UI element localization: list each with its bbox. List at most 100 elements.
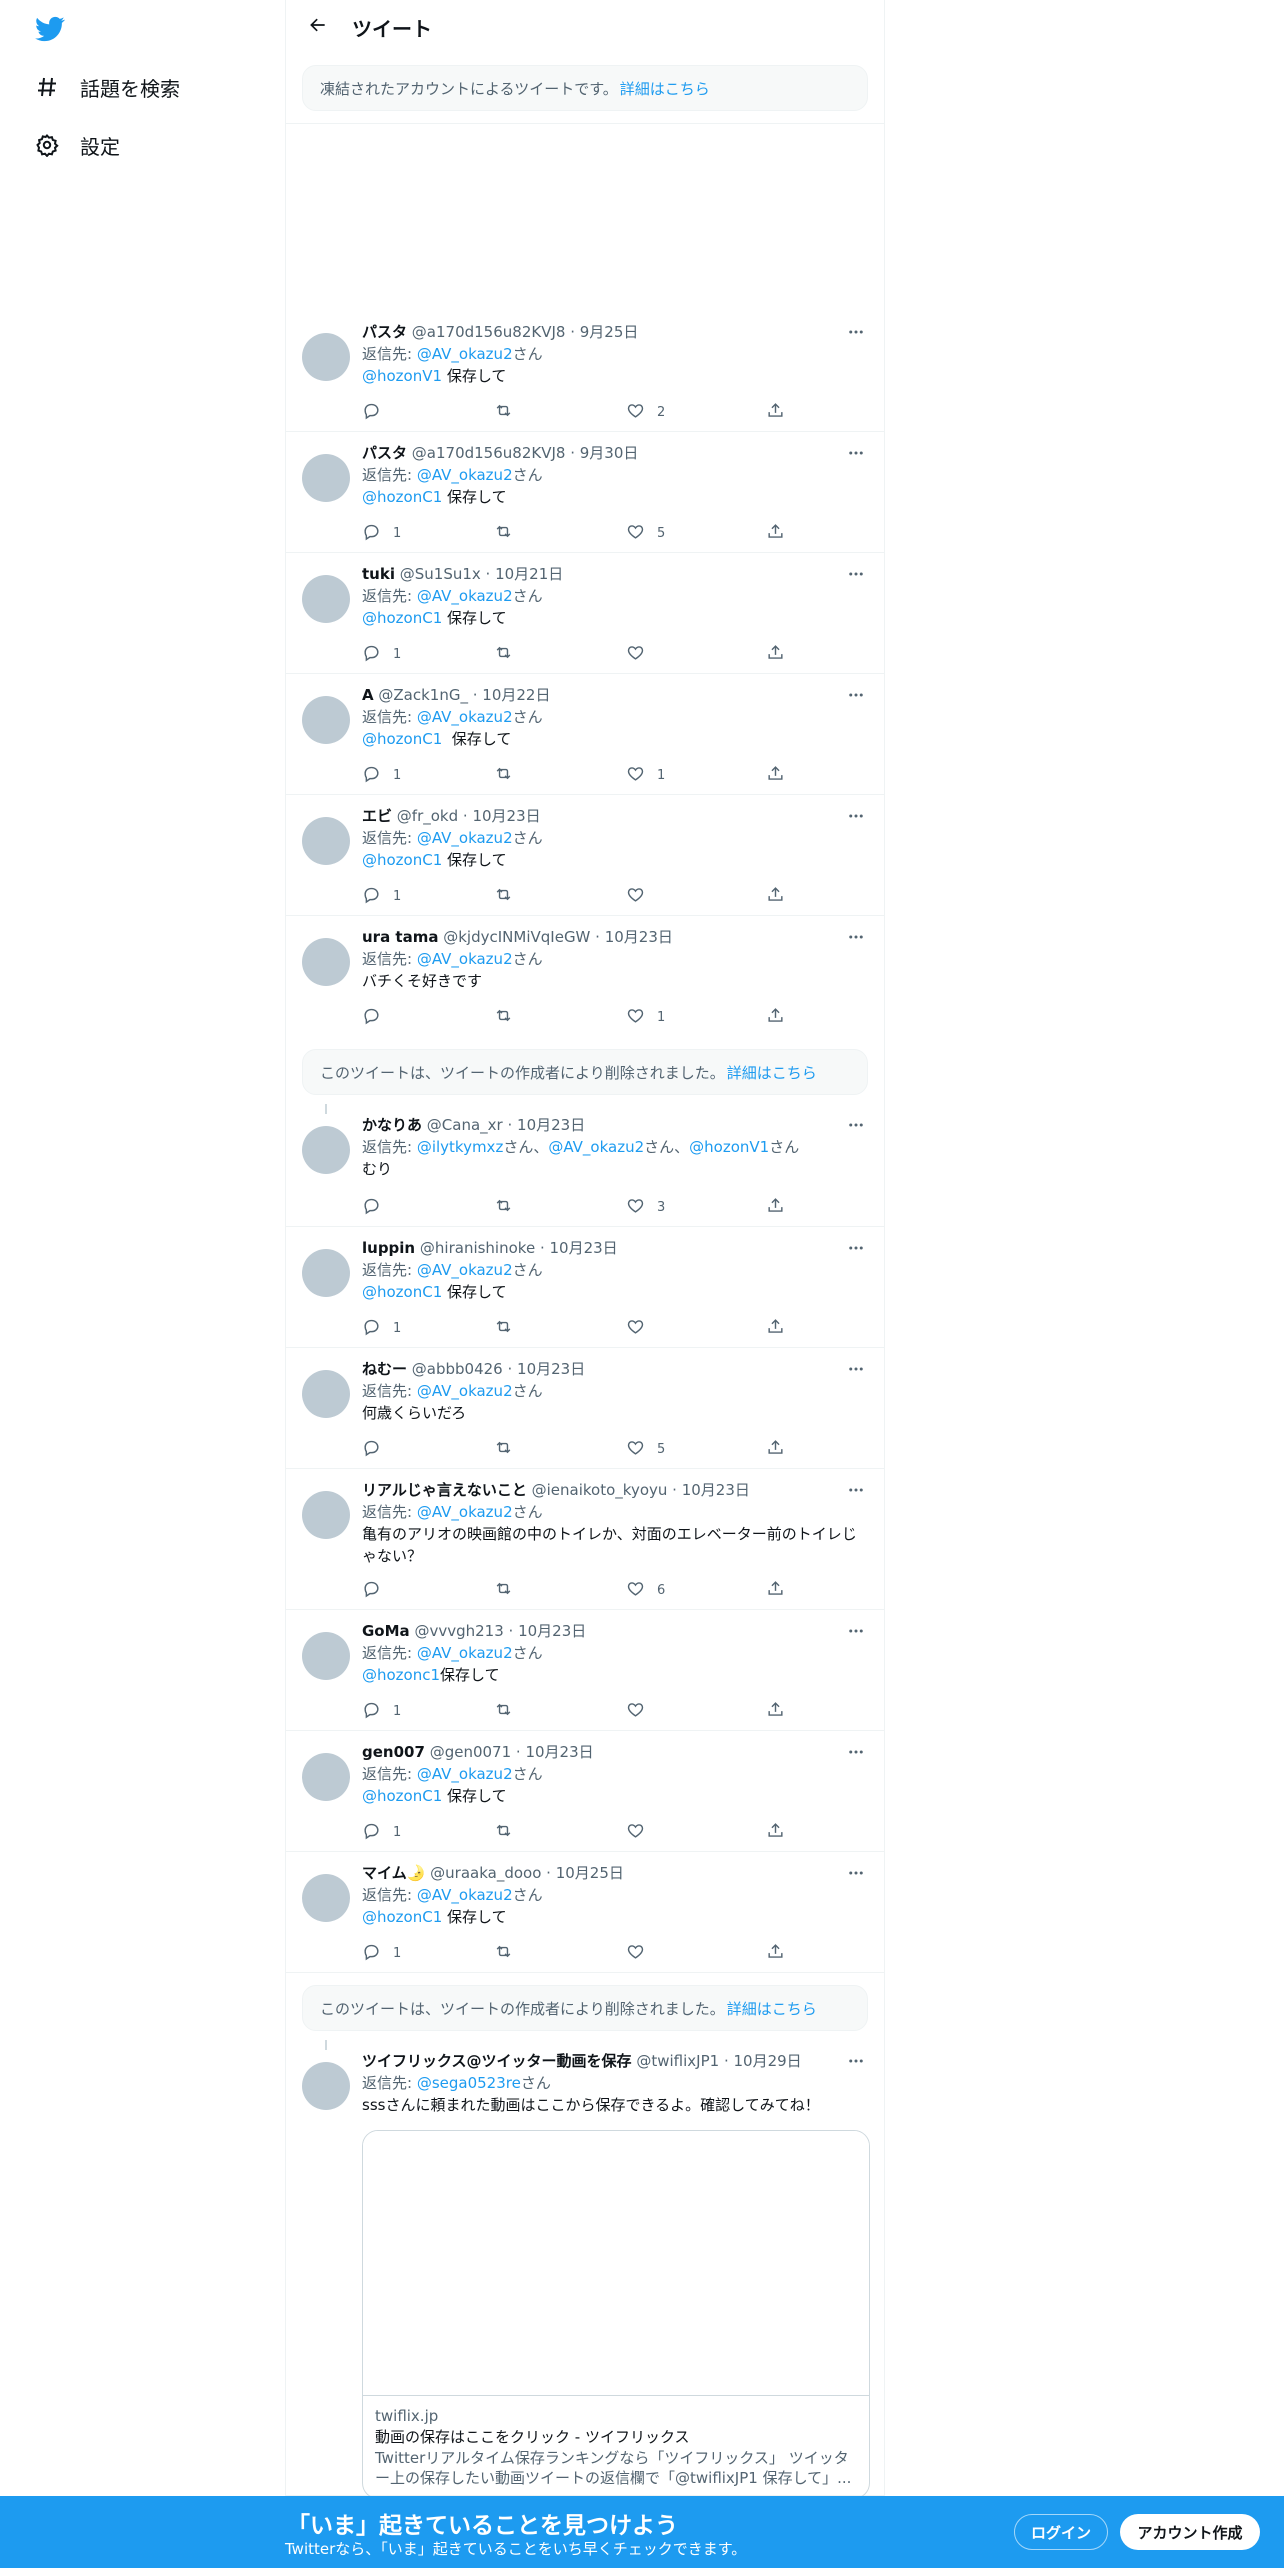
tweet-date[interactable]: 10月25日 bbox=[556, 1864, 624, 1882]
author-name[interactable]: パスタ bbox=[362, 444, 407, 462]
like-button[interactable] bbox=[626, 1941, 657, 1965]
retweet-button[interactable] bbox=[494, 1316, 525, 1340]
like-button[interactable] bbox=[626, 1820, 657, 1844]
more-options-icon[interactable] bbox=[844, 563, 868, 585]
reply-button[interactable]: 1 bbox=[362, 1699, 401, 1723]
author-handle[interactable]: @a170d156u82KVJ8 bbox=[412, 444, 566, 462]
like-button[interactable] bbox=[626, 642, 657, 666]
author-handle[interactable]: @twiflixJP1 bbox=[636, 2052, 719, 2070]
like-button[interactable] bbox=[626, 884, 657, 908]
avatar[interactable] bbox=[302, 696, 350, 744]
mention-link[interactable]: @hozonC1 bbox=[362, 1787, 442, 1805]
more-options-icon[interactable] bbox=[844, 321, 868, 343]
share-button[interactable] bbox=[766, 521, 785, 545]
retweet-button[interactable] bbox=[494, 1578, 525, 1602]
share-button[interactable] bbox=[766, 1195, 785, 1219]
tweet-date[interactable]: 10月23日 bbox=[517, 1360, 585, 1378]
share-button[interactable] bbox=[766, 1005, 785, 1029]
retweet-button[interactable] bbox=[494, 1195, 525, 1219]
tweet[interactable]: A @Zack1nG_ · 10月22日 返信先: @AV_okazu2さん @ho… bbox=[286, 674, 884, 795]
more-options-icon[interactable] bbox=[844, 1114, 868, 1136]
author-handle[interactable]: @Cana_xr bbox=[427, 1116, 503, 1134]
avatar[interactable] bbox=[302, 1491, 350, 1539]
reply-button[interactable]: 1 bbox=[362, 884, 401, 908]
retweet-button[interactable] bbox=[494, 884, 525, 908]
avatar[interactable] bbox=[302, 1874, 350, 1922]
reply-button[interactable]: 1 bbox=[362, 1941, 401, 1965]
tweet[interactable]: マイム🌛 @uraaka_dooo · 10月25日 返信先: @AV_okazu… bbox=[286, 1852, 884, 1973]
tweet-date[interactable]: 9月30日 bbox=[580, 444, 639, 462]
tweet[interactable]: luppin @hiranishinoke · 10月23日 返信先: @AV_o… bbox=[286, 1227, 884, 1348]
reply-button[interactable]: 1 bbox=[362, 1820, 401, 1844]
author-name[interactable]: リアルじゃ言えないこと bbox=[362, 1481, 527, 1499]
tweet[interactable]: ura tama @kjdycINMiVqIeGW · 10月23日 返信先: @… bbox=[286, 916, 884, 1037]
retweet-button[interactable] bbox=[494, 1941, 525, 1965]
share-button[interactable] bbox=[766, 1437, 785, 1461]
author-handle[interactable]: @abbb0426 bbox=[412, 1360, 503, 1378]
mention-link[interactable]: @hozonC1 bbox=[362, 851, 442, 869]
login-button[interactable]: ログイン bbox=[1014, 2514, 1108, 2550]
tweet-date[interactable]: 10月23日 bbox=[605, 928, 673, 946]
like-button[interactable] bbox=[626, 1699, 657, 1723]
tweet[interactable]: リアルじゃ言えないこと @ienaikoto_kyoyu · 10月23日 返信先… bbox=[286, 1469, 884, 1610]
more-options-icon[interactable] bbox=[844, 2050, 868, 2072]
mention-link[interactable]: @hozonC1 bbox=[362, 1908, 442, 1926]
author-name[interactable]: A bbox=[362, 686, 374, 704]
author-handle[interactable]: @hiranishinoke bbox=[420, 1239, 535, 1257]
avatar[interactable] bbox=[302, 1753, 350, 1801]
details-link[interactable]: 詳細はこちら bbox=[727, 1998, 817, 2019]
reply-to-handle[interactable]: @hozonV1 bbox=[689, 1138, 769, 1156]
reply-to-handle[interactable]: @sega0523re bbox=[417, 2074, 521, 2092]
reply-to-handle[interactable]: @AV_okazu2 bbox=[417, 1503, 513, 1521]
signup-button[interactable]: アカウント作成 bbox=[1120, 2514, 1260, 2550]
reply-to-handle[interactable]: @AV_okazu2 bbox=[417, 345, 513, 363]
reply-to-handle[interactable]: @AV_okazu2 bbox=[417, 708, 513, 726]
author-handle[interactable]: @a170d156u82KVJ8 bbox=[412, 323, 566, 341]
reply-to-handle[interactable]: @AV_okazu2 bbox=[417, 466, 513, 484]
author-name[interactable]: ツイフリックス@ツイッター動画を保存 bbox=[362, 2052, 632, 2070]
tweet[interactable]: tuki @Su1Su1x · 10月21日 返信先: @AV_okazu2さん @… bbox=[286, 553, 884, 674]
tweet-date[interactable]: 10月21日 bbox=[495, 565, 563, 583]
like-button[interactable] bbox=[626, 1316, 657, 1340]
retweet-button[interactable] bbox=[494, 1005, 525, 1029]
reply-to-handle[interactable]: @AV_okazu2 bbox=[548, 1138, 644, 1156]
reply-to-handle[interactable]: @AV_okazu2 bbox=[417, 1765, 513, 1783]
avatar[interactable] bbox=[302, 1370, 350, 1418]
author-handle[interactable]: @vvvgh213 bbox=[414, 1622, 503, 1640]
share-button[interactable] bbox=[766, 1699, 785, 1723]
tweet[interactable]: GoMa @vvvgh213 · 10月23日 返信先: @AV_okazu2さん… bbox=[286, 1610, 884, 1731]
avatar[interactable] bbox=[302, 575, 350, 623]
share-button[interactable] bbox=[766, 1578, 785, 1602]
author-name[interactable]: luppin bbox=[362, 1239, 415, 1257]
like-button[interactable]: 2 bbox=[626, 400, 665, 424]
tweet-date[interactable]: 10月23日 bbox=[472, 807, 540, 825]
tweet[interactable]: エビ @fr_okd · 10月23日 返信先: @AV_okazu2さん @hoz… bbox=[286, 795, 884, 916]
tweet-date[interactable]: 9月25日 bbox=[580, 323, 639, 341]
tweet-date[interactable]: 10月23日 bbox=[682, 1481, 750, 1499]
author-handle[interactable]: @uraaka_dooo bbox=[430, 1864, 541, 1882]
more-options-icon[interactable] bbox=[844, 1479, 868, 1501]
reply-button[interactable]: 1 bbox=[362, 521, 401, 545]
retweet-button[interactable] bbox=[494, 763, 525, 787]
reply-button[interactable]: 1 bbox=[362, 1316, 401, 1340]
tweet-date[interactable]: 10月23日 bbox=[518, 1622, 586, 1640]
share-button[interactable] bbox=[766, 1316, 785, 1340]
details-link[interactable]: 詳細はこちら bbox=[727, 1062, 817, 1083]
mention-link[interactable]: @hozonC1 bbox=[362, 1283, 442, 1301]
like-button[interactable]: 3 bbox=[626, 1195, 665, 1219]
tweet[interactable]: かなりあ @Cana_xr · 10月23日 返信先: @ilytkymxzさん、… bbox=[286, 1104, 884, 1227]
like-button[interactable]: 5 bbox=[626, 1437, 665, 1461]
reply-button[interactable] bbox=[362, 1437, 393, 1461]
back-button[interactable] bbox=[298, 7, 338, 47]
avatar[interactable] bbox=[302, 454, 350, 502]
share-button[interactable] bbox=[766, 642, 785, 666]
avatar[interactable] bbox=[302, 1249, 350, 1297]
tweet[interactable]: パスタ @a170d156u82KVJ8 · 9月25日 返信先: @AV_oka… bbox=[286, 311, 884, 432]
author-handle[interactable]: @Su1Su1x bbox=[400, 565, 481, 583]
sidebar-item-explore[interactable]: 話題を検索 bbox=[34, 67, 180, 107]
more-options-icon[interactable] bbox=[844, 1358, 868, 1380]
reply-to-handle[interactable]: @AV_okazu2 bbox=[417, 1644, 513, 1662]
share-button[interactable] bbox=[766, 1941, 785, 1965]
author-handle[interactable]: @Zack1nG_ bbox=[378, 686, 468, 704]
avatar[interactable] bbox=[302, 1632, 350, 1680]
